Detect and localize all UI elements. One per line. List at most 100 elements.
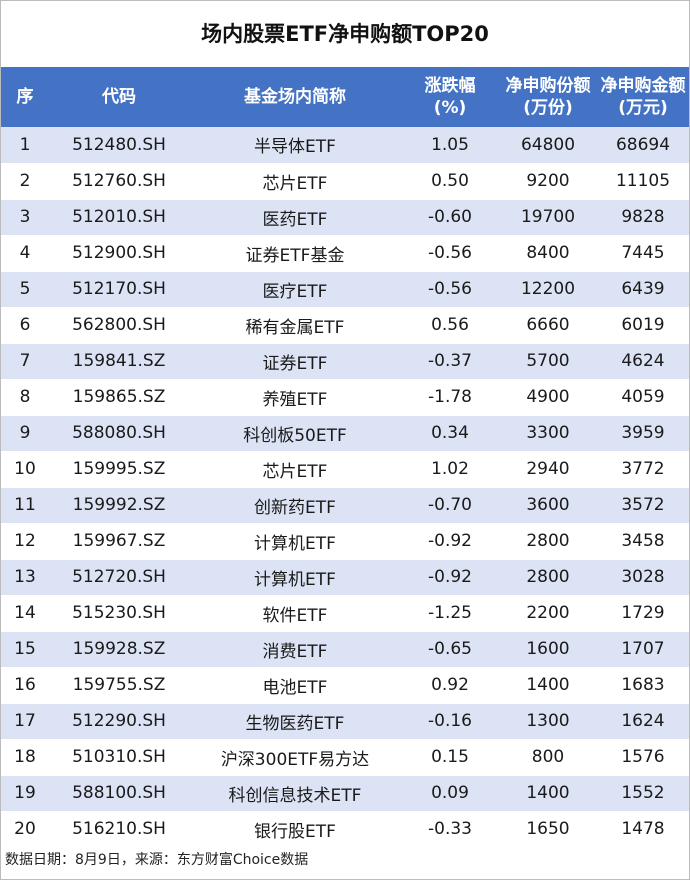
cell-net-amount: 1729 [597,595,689,632]
page-title: 场内股票ETF净申购额TOP20 [201,22,489,46]
cell-net-amount: 1624 [597,703,689,740]
table-row: 2 512760.SH 芯片ETF 0.50 9200 11105 [1,163,689,200]
table-header-row: 序 代码 基金场内简称 涨跌幅 (%) 净申购份额 (万份) 净申购金额 (万元) [1,67,689,127]
cell-rank: 6 [1,307,49,344]
cell-code: 512010.SH [49,199,189,236]
table-row: 3 512010.SH 医药ETF -0.60 19700 9828 [1,199,689,236]
table-row: 1 512480.SH 半导体ETF 1.05 64800 68694 [1,127,689,164]
cell-code: 159995.SZ [49,451,189,488]
cell-net-shares: 1600 [499,631,597,668]
cell-rank: 17 [1,703,49,740]
cell-code: 159755.SZ [49,667,189,704]
cell-net-shares: 9200 [499,163,597,200]
cell-net-amount: 1683 [597,667,689,704]
cell-change: 0.34 [401,415,499,452]
cell-change: 0.92 [401,667,499,704]
cell-change: -0.56 [401,271,499,308]
cell-code: 588100.SH [49,775,189,812]
etf-table-sheet: 场内股票ETF净申购额TOP20 序 代码 基金场内简称 涨跌幅 (%) 净申购份… [0,0,690,880]
source-note: 数据日期：8月9日，来源：东方财富Choice数据 [5,852,309,868]
cell-name: 生物医药ETF [189,703,401,740]
cell-net-amount: 9828 [597,199,689,236]
cell-name: 创新药ETF [189,487,401,524]
cell-rank: 5 [1,271,49,308]
col-header-rank: 序 [16,87,34,107]
cell-change: 0.15 [401,739,499,776]
cell-rank: 9 [1,415,49,452]
table-body: 1 512480.SH 半导体ETF 1.05 64800 68694 2 512760.SH… [1,127,689,848]
cell-net-amount: 3572 [597,487,689,524]
cell-net-amount: 4624 [597,343,689,380]
cell-code: 159928.SZ [49,631,189,668]
cell-code: 512760.SH [49,163,189,200]
cell-code: 512900.SH [49,235,189,272]
cell-code: 512480.SH [49,127,189,164]
cell-name: 科创板50ETF [189,415,401,452]
cell-change: -0.33 [401,811,499,848]
col-header-name: 基金场内简称 [244,87,346,107]
cell-name: 电池ETF [189,667,401,704]
cell-change: -0.92 [401,523,499,560]
table-row: 19 588100.SH 科创信息技术ETF 0.09 1400 1552 [1,775,689,812]
cell-name: 证券ETF基金 [189,235,401,272]
cell-code: 588080.SH [49,415,189,452]
table-row: 9 588080.SH 科创板50ETF 0.34 3300 3959 [1,415,689,452]
col-header-change: 涨跌幅 (%) [424,76,476,118]
cell-code: 159865.SZ [49,379,189,416]
cell-rank: 16 [1,667,49,704]
cell-net-amount: 1707 [597,631,689,668]
cell-code: 512170.SH [49,271,189,308]
col-header-net-amount: 净申购金额 (万元) [600,76,686,118]
cell-net-shares: 800 [499,739,597,776]
cell-change: -0.65 [401,631,499,668]
cell-net-amount: 6019 [597,307,689,344]
cell-net-shares: 3300 [499,415,597,452]
table-row: 11 159992.SZ 创新药ETF -0.70 3600 3572 [1,487,689,524]
cell-code: 159992.SZ [49,487,189,524]
cell-name: 软件ETF [189,595,401,632]
table-row: 8 159865.SZ 养殖ETF -1.78 4900 4059 [1,379,689,416]
cell-net-amount: 3028 [597,559,689,596]
cell-change: -0.70 [401,487,499,524]
cell-name: 银行股ETF [189,811,401,848]
cell-rank: 3 [1,199,49,236]
table-row: 14 515230.SH 软件ETF -1.25 2200 1729 [1,595,689,632]
cell-change: -0.16 [401,703,499,740]
cell-net-shares: 2800 [499,523,597,560]
cell-net-shares: 64800 [499,127,597,164]
cell-change: 1.05 [401,127,499,164]
table-row: 12 159967.SZ 计算机ETF -0.92 2800 3458 [1,523,689,560]
cell-net-shares: 6660 [499,307,597,344]
cell-net-amount: 7445 [597,235,689,272]
cell-rank: 12 [1,523,49,560]
cell-name: 医药ETF [189,199,401,236]
cell-change: -0.60 [401,199,499,236]
cell-name: 沪深300ETF易方达 [189,739,401,776]
cell-net-amount: 1552 [597,775,689,812]
etf-table: 序 代码 基金场内简称 涨跌幅 (%) 净申购份额 (万份) 净申购金额 (万元) 1… [1,67,689,848]
cell-rank: 15 [1,631,49,668]
cell-rank: 7 [1,343,49,380]
cell-rank: 2 [1,163,49,200]
cell-code: 512720.SH [49,559,189,596]
cell-rank: 20 [1,811,49,848]
cell-net-shares: 1400 [499,775,597,812]
cell-net-shares: 8400 [499,235,597,272]
cell-net-amount: 3458 [597,523,689,560]
table-row: 17 512290.SH 生物医药ETF -0.16 1300 1624 [1,703,689,740]
cell-change: 0.50 [401,163,499,200]
cell-rank: 14 [1,595,49,632]
cell-net-shares: 2200 [499,595,597,632]
cell-name: 计算机ETF [189,523,401,560]
cell-change: -1.78 [401,379,499,416]
cell-name: 计算机ETF [189,559,401,596]
cell-change: 0.56 [401,307,499,344]
cell-net-shares: 2940 [499,451,597,488]
cell-change: -0.56 [401,235,499,272]
table-row: 10 159995.SZ 芯片ETF 1.02 2940 3772 [1,451,689,488]
table-row: 4 512900.SH 证券ETF基金 -0.56 8400 7445 [1,235,689,272]
cell-net-shares: 1650 [499,811,597,848]
table-row: 15 159928.SZ 消费ETF -0.65 1600 1707 [1,631,689,668]
col-header-code: 代码 [102,87,136,107]
cell-net-shares: 12200 [499,271,597,308]
